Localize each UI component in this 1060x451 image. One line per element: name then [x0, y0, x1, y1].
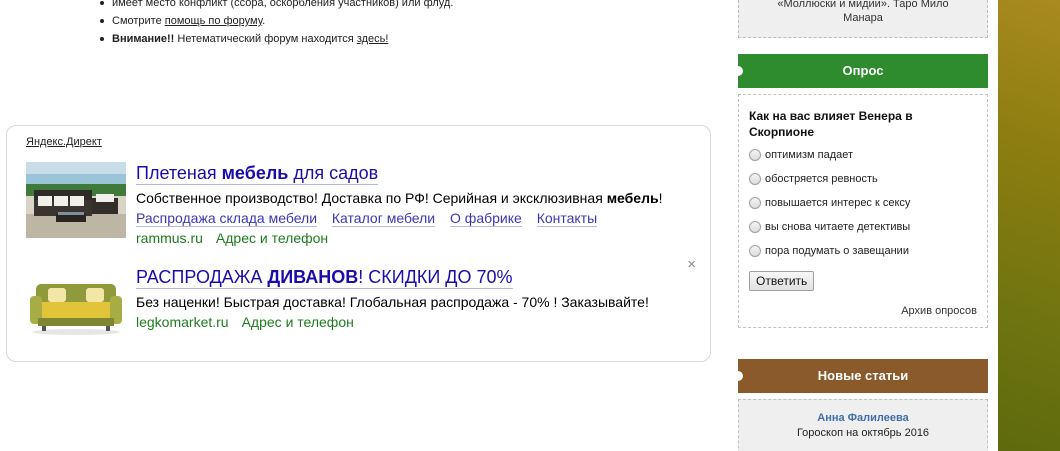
yandex-direct-ad-block: Яндекс.Директ Плетеная мебель для садов … — [6, 125, 711, 362]
close-icon[interactable]: × — [687, 256, 696, 273]
rule-text: Нетематический форум находится — [174, 33, 357, 45]
article-title: Гороскоп на октябрь 2016 — [796, 427, 930, 439]
ad-content: Плетеная мебель для садов Собственное пр… — [136, 162, 691, 248]
rule-text: . — [262, 15, 266, 27]
ad-text-keyword: мебель — [606, 190, 659, 206]
rule-item: Смотрите помощь по форуму. — [96, 12, 696, 30]
ad-title-keyword: мебель — [221, 163, 289, 183]
forum-rules-list: имеет место конфликт (ссора, оскорбления… — [96, 0, 696, 48]
ad-description: Собственное производство! Доставка по РФ… — [136, 189, 691, 208]
poll-option-label: пора подумать о завещании — [765, 245, 909, 257]
ad-domain-link[interactable]: legkomarket.ru — [136, 314, 229, 330]
sitelink-catalog[interactable]: Каталог мебели — [331, 210, 436, 227]
ad-image-garden-furniture[interactable] — [26, 162, 126, 238]
radio-button[interactable] — [749, 221, 761, 233]
radio-button[interactable] — [749, 197, 761, 209]
warning-label: Внимание!! — [112, 33, 175, 45]
header-bullet-icon — [733, 371, 743, 381]
ad-title-keyword: ДИВАНОВ — [267, 267, 359, 287]
sitelink-contacts[interactable]: Контакты — [536, 210, 598, 227]
new-articles-title: Новые статьи — [817, 368, 909, 383]
rule-text: Смотрите — [112, 15, 165, 27]
sidebar-top-text: Манара — [843, 12, 883, 24]
ad-title-part: РАСПРОДАЖА — [136, 267, 268, 287]
ad-text-part: Собственное производство! Доставка по РФ… — [136, 190, 607, 206]
poll-option-label: обостряется ревность — [765, 173, 878, 185]
ad-source-link[interactable]: Яндекс.Директ — [26, 136, 102, 148]
poll-option[interactable]: вы снова читаете детективы — [749, 221, 977, 245]
ad-title-part: для садов — [288, 163, 379, 183]
poll-option[interactable]: оптимизм падает — [749, 149, 977, 173]
poll-option-label: повышается интерес к сексу — [765, 197, 911, 209]
sitelink-about[interactable]: О фабрике — [450, 210, 522, 227]
radio-button[interactable] — [749, 173, 761, 185]
ad-title-link[interactable]: РАСПРОДАЖА ДИВАНОВ! СКИДКИ ДО 70% — [136, 266, 513, 289]
poll-header: Опрос — [733, 54, 988, 88]
header-bullet-icon — [733, 66, 743, 76]
rule-text: имеет место конфликт (ссора, оскорбления… — [112, 0, 454, 9]
radio-button[interactable] — [749, 245, 761, 257]
ad-description: Без наценки! Быстрая доставка! Глобальна… — [136, 293, 691, 312]
poll-options: оптимизм падает обостряется ревность пов… — [749, 149, 977, 269]
ad-title-part: Плетеная — [136, 163, 222, 183]
poll-question: Как на вас влияет Венера в Скорпионе — [749, 109, 913, 139]
new-articles-panel: Анна Фалилеева Гороскоп на октябрь 2016 — [738, 399, 988, 451]
page-background-right — [998, 0, 1060, 451]
sidebar-top-text: «Моллюски и мидии». Таро Мило — [777, 0, 949, 10]
ad-text-part: Без наценки! Быстрая доставка! Глобальна… — [136, 294, 649, 310]
offtopic-forum-link[interactable]: здесь! — [357, 33, 389, 45]
ad-sitelinks: Распродажа склада мебели Каталог мебели … — [136, 208, 691, 228]
poll-panel: Как на вас влияет Венера в Скорпионе опт… — [738, 94, 988, 328]
ad-image-sofa[interactable] — [26, 266, 126, 342]
ad-domain-line: rammus.ru Адрес и телефон — [136, 228, 691, 248]
poll-option[interactable]: обостряется ревность — [749, 173, 977, 197]
sidebar-top-block: «Моллюски и мидии». Таро Мило Манара — [738, 0, 988, 38]
forum-rules: имеет место конфликт (ссора, оскорбления… — [96, 0, 696, 48]
poll-header-title: Опрос — [842, 63, 884, 78]
new-articles-header: Новые статьи — [733, 359, 988, 393]
article-author-link[interactable]: Анна Фалилеева — [739, 412, 987, 424]
radio-button[interactable] — [749, 149, 761, 161]
ad-title-part: ! СКИДКИ ДО 70% — [358, 267, 513, 287]
forum-help-link[interactable]: помощь по форуму — [165, 15, 262, 27]
poll-option[interactable]: пора подумать о завещании — [749, 245, 977, 269]
ad-content: РАСПРОДАЖА ДИВАНОВ! СКИДКИ ДО 70% Без на… — [136, 266, 691, 332]
poll-submit-button[interactable]: Ответить — [749, 271, 815, 291]
poll-option-label: оптимизм падает — [765, 149, 854, 161]
rule-item: Внимание!! Нетематический форум находитс… — [96, 30, 696, 48]
rule-item: имеет место конфликт (ссора, оскорбления… — [96, 0, 696, 12]
sitelink-warehouse-sale[interactable]: Распродажа склада мебели — [136, 210, 318, 227]
ad-text-part: ! — [658, 190, 663, 206]
ad-title-link[interactable]: Плетеная мебель для садов — [136, 162, 379, 185]
ad-domain-line: legkomarket.ru Адрес и телефон — [136, 312, 691, 332]
poll-option-label: вы снова читаете детективы — [765, 221, 911, 233]
poll-archive-link[interactable]: Архив опросов — [901, 305, 977, 317]
ad-domain-link[interactable]: rammus.ru — [136, 230, 203, 246]
ad-contact-link[interactable]: Адрес и телефон — [216, 230, 328, 246]
ad-contact-link[interactable]: Адрес и телефон — [242, 314, 354, 330]
poll-option[interactable]: повышается интерес к сексу — [749, 197, 977, 221]
